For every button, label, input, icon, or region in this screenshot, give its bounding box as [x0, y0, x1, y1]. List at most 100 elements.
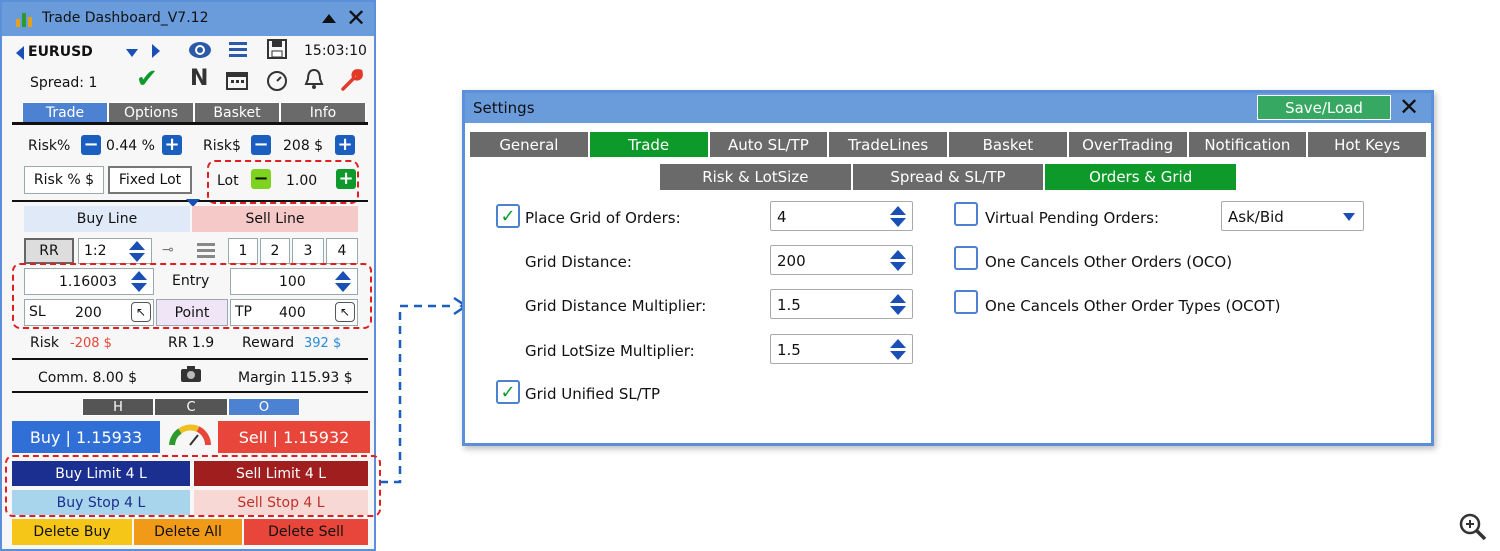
tab-basket[interactable]: Basket — [948, 131, 1068, 158]
ocot-checkbox[interactable] — [954, 290, 978, 314]
delete-buy-button[interactable]: Delete Buy — [12, 519, 132, 545]
sell-line-button[interactable]: Sell Line — [192, 206, 358, 232]
sl-input[interactable]: SL 200 ↖ — [24, 299, 154, 326]
grid-distance-multiplier-stepper-icon[interactable] — [890, 294, 906, 316]
risk-usd-plus-button[interactable]: + — [335, 135, 355, 155]
sl-label: SL — [29, 304, 46, 320]
risk-percent-plus-button[interactable]: + — [162, 135, 182, 155]
tab-overtrading[interactable]: OverTrading — [1067, 131, 1188, 158]
tab-auto-sltp[interactable]: Auto SL/TP — [708, 131, 829, 158]
next-symbol-icon[interactable] — [152, 44, 160, 58]
grid-distance-input[interactable]: 200 — [770, 245, 913, 275]
virtual-pending-select[interactable]: Ask/Bid — [1221, 201, 1364, 231]
clock-time: 15:03:10 — [304, 43, 367, 59]
fixed-lot-button[interactable]: Fixed Lot — [108, 166, 192, 194]
risk-mode-button[interactable]: Risk % $ — [24, 166, 104, 194]
oco-checkbox[interactable] — [954, 246, 978, 270]
grid-distance-multiplier-input[interactable]: 1.5 — [770, 289, 913, 319]
lot-minus-button[interactable]: − — [251, 169, 271, 189]
lot-value[interactable]: 1.00 — [286, 173, 317, 189]
risk-usd-value[interactable]: 208 $ — [283, 138, 323, 154]
tab-tradelines[interactable]: TradeLines — [828, 131, 948, 158]
pin-icon[interactable]: ⊸ — [162, 242, 174, 258]
wrench-icon[interactable] — [340, 68, 364, 92]
o-button[interactable]: O — [228, 398, 300, 416]
rr-select[interactable]: 1:2 — [78, 238, 152, 264]
buy-button[interactable]: Buy | 1.15933 — [12, 421, 160, 453]
place-grid-stepper-icon[interactable] — [890, 206, 906, 228]
place-grid-input[interactable]: 4 — [770, 201, 913, 231]
close-icon[interactable]: ✕ — [1399, 93, 1419, 121]
tab-trade[interactable]: Trade — [22, 102, 108, 123]
close-icon[interactable]: ✕ — [346, 4, 366, 32]
grid-unified-checkbox[interactable]: ✓ — [496, 380, 520, 404]
zoom-in-icon[interactable] — [1458, 512, 1488, 542]
virtual-pending-checkbox[interactable] — [954, 202, 978, 226]
minimize-icon[interactable] — [322, 14, 336, 23]
checkmark-icon[interactable]: ✔ — [136, 64, 158, 94]
risk-percent-value[interactable]: 0.44 % — [106, 138, 155, 154]
h-button[interactable]: H — [82, 398, 154, 416]
sell-limit-button[interactable]: Sell Limit 4 L — [194, 461, 368, 486]
eye-icon[interactable] — [188, 40, 212, 60]
point-button[interactable]: Point — [156, 299, 228, 326]
preset-3-button[interactable]: 3 — [292, 238, 324, 264]
symbol-dropdown-icon[interactable] — [126, 49, 138, 57]
save-load-button[interactable]: Save/Load — [1257, 95, 1391, 120]
tab-general[interactable]: General — [469, 131, 589, 158]
tab-spread-sltp[interactable]: Spread & SL/TP — [851, 163, 1045, 191]
tab-orders-grid[interactable]: Orders & Grid — [1044, 163, 1238, 191]
sl-pick-cursor-icon[interactable]: ↖ — [131, 302, 151, 322]
risk-percent-minus-button[interactable]: − — [81, 135, 101, 155]
settings-title: Settings — [473, 99, 535, 117]
bell-icon[interactable] — [304, 68, 324, 90]
grid-distance-stepper-icon[interactable] — [890, 250, 906, 272]
tab-risk-lotsize[interactable]: Risk & LotSize — [659, 163, 852, 191]
risk-usd-minus-button[interactable]: − — [251, 135, 271, 155]
risk-percent-label: Risk% — [28, 138, 71, 154]
entry-input[interactable]: 100 — [230, 268, 358, 295]
tab-hot-keys[interactable]: Hot Keys — [1307, 131, 1427, 158]
preset-1-button[interactable]: 1 — [228, 238, 258, 264]
tp-pick-cursor-icon[interactable]: ↖ — [335, 302, 355, 322]
preset-2-button[interactable]: 2 — [260, 238, 290, 264]
buy-line-button[interactable]: Buy Line — [24, 206, 190, 232]
calendar-icon[interactable] — [226, 70, 248, 90]
oco-label: One Cancels Other Orders (OCO) — [985, 253, 1233, 271]
grid-lotsize-multiplier-stepper-icon[interactable] — [890, 339, 906, 361]
save-icon[interactable] — [267, 39, 287, 59]
symbol-label[interactable]: EURUSD — [28, 44, 93, 60]
tab-options[interactable]: Options — [108, 102, 194, 123]
delete-all-button[interactable]: Delete All — [134, 519, 242, 545]
entry-stepper-icon[interactable] — [335, 271, 351, 293]
buy-limit-button[interactable]: Buy Limit 4 L — [12, 461, 190, 486]
rr-button[interactable]: RR — [24, 238, 74, 264]
place-grid-checkbox[interactable]: ✓ — [496, 204, 520, 228]
prev-symbol-icon[interactable] — [16, 46, 24, 60]
sell-button[interactable]: Sell | 1.15932 — [218, 421, 370, 453]
rr-stepper-icon[interactable] — [129, 241, 145, 263]
news-icon[interactable]: N — [190, 66, 208, 91]
tab-basket[interactable]: Basket — [194, 102, 280, 123]
menu-lines-icon[interactable] — [196, 242, 216, 260]
grid-lotsize-multiplier-input[interactable]: 1.5 — [770, 334, 913, 364]
tab-notification[interactable]: Notification — [1187, 131, 1308, 158]
virtual-pending-value: Ask/Bid — [1228, 208, 1284, 226]
delete-sell-button[interactable]: Delete Sell — [244, 519, 368, 545]
preset-4-button[interactable]: 4 — [326, 238, 358, 264]
grid-distance-value: 200 — [777, 252, 806, 270]
camera-icon[interactable] — [180, 365, 202, 383]
tab-info[interactable]: Info — [280, 102, 366, 123]
chevron-down-icon[interactable] — [1343, 213, 1355, 221]
tp-input[interactable]: TP 400 ↖ — [230, 299, 358, 326]
price-stepper-icon[interactable] — [131, 271, 147, 293]
timer-icon[interactable] — [266, 69, 288, 91]
grid-lotsize-multiplier-value: 1.5 — [777, 341, 801, 359]
c-button[interactable]: C — [154, 398, 228, 416]
price-input[interactable]: 1.16003 — [24, 268, 154, 295]
list-icon[interactable] — [228, 40, 248, 60]
tab-trade[interactable]: Trade — [588, 131, 709, 158]
sell-stop-button[interactable]: Sell Stop 4 L — [194, 490, 368, 515]
lot-plus-button[interactable]: + — [336, 169, 356, 189]
buy-stop-button[interactable]: Buy Stop 4 L — [12, 490, 190, 515]
